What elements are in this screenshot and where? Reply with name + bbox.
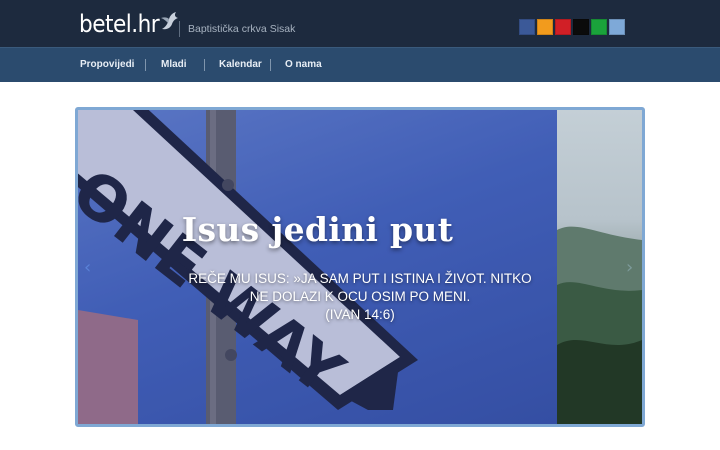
slide-quote-line: NE DOLAZI K OCU OSIM PO MENI. — [249, 289, 471, 304]
spotify-icon[interactable] — [591, 19, 607, 35]
slider-next-icon[interactable]: › — [626, 259, 633, 277]
site-tagline: Baptistička crkva Sisak — [188, 23, 296, 35]
nav-divider — [145, 59, 146, 71]
slide-title: Isus jedini put — [181, 210, 454, 249]
nav-divider — [270, 59, 271, 71]
youtube-icon[interactable] — [555, 19, 571, 35]
slide-quote-line: REČE MU ISUS: »JA SAM PUT I ISTINA I ŽIV… — [188, 271, 532, 286]
facebook-icon[interactable] — [519, 19, 535, 35]
nav-item-o-nama[interactable]: O nama — [285, 59, 322, 70]
slide-quote: REČE MU ISUS: »JA SAM PUT I ISTINA I ŽIV… — [78, 270, 642, 324]
site-header: betel.hr Baptistička crkva Sisak — [0, 0, 720, 47]
slider-prev-icon[interactable]: ‹ — [84, 259, 91, 277]
slide-overlay — [78, 110, 557, 424]
site-logo[interactable]: betel.hr — [79, 9, 180, 39]
social-links — [519, 19, 627, 35]
slide-image-one-way-sign: ONE WAY Isus jedini put — [78, 110, 557, 424]
nav-item-propovijedi[interactable]: Propovijedi — [80, 59, 134, 70]
rss-icon[interactable] — [537, 19, 553, 35]
hero-slider: ONE WAY Isus jedini put REČE MU ISUS: »J… — [75, 107, 645, 427]
tagline-divider — [179, 21, 180, 37]
dove-icon — [161, 12, 179, 30]
slide-quote-reference: (IVAN 14:6) — [325, 307, 395, 322]
nav-item-mladi[interactable]: Mladi — [161, 59, 187, 70]
nav-divider — [204, 59, 205, 71]
soundcloud-icon[interactable] — [573, 19, 589, 35]
email-icon[interactable] — [609, 19, 625, 35]
nav-item-kalendar[interactable]: Kalendar — [219, 59, 262, 70]
logo-text: betel.hr — [79, 10, 160, 38]
main-nav: Propovijedi Mladi Kalendar O nama — [0, 47, 720, 82]
